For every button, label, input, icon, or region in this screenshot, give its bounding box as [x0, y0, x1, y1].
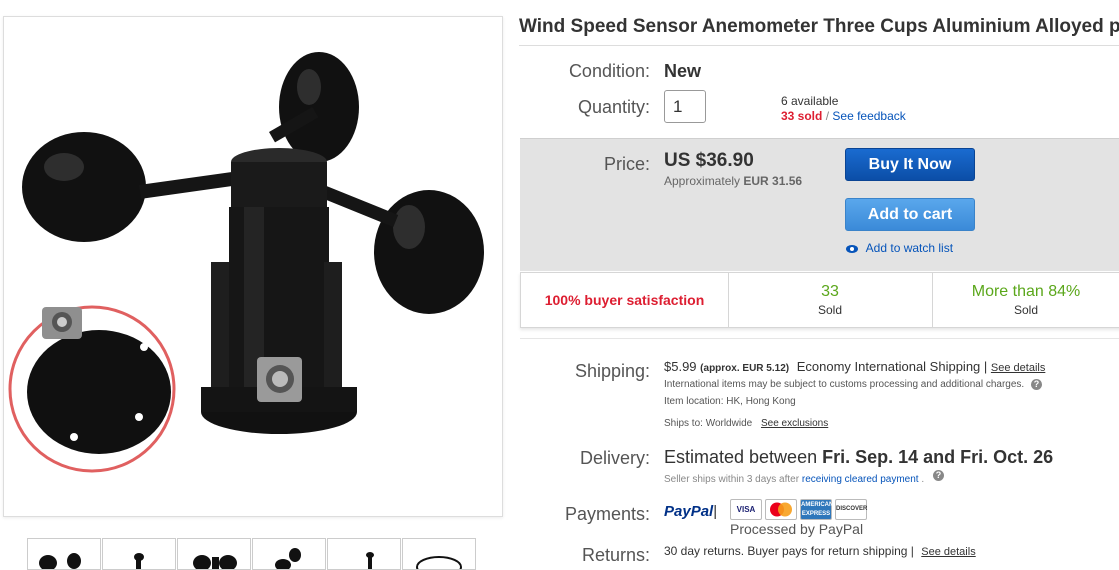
delivery-note-suffix: . — [921, 474, 925, 486]
mastercard-circles — [770, 502, 792, 517]
shipping-method: Economy International Shipping | — [796, 359, 988, 374]
mastercard-icon — [765, 499, 797, 520]
returns-details-link[interactable]: See details — [921, 546, 975, 558]
cleared-payment-link[interactable]: receiving cleared payment — [802, 474, 919, 485]
paypal-wordmark: PayPal — [664, 503, 714, 520]
eye-icon — [846, 244, 858, 253]
shipping-divider — [520, 338, 1119, 339]
shipping-details-link[interactable]: See details — [991, 362, 1045, 374]
watch-list-link[interactable]: Add to watch list — [845, 241, 953, 255]
visa-card-icon: VISA — [730, 499, 762, 520]
returns-label: Returns: — [581, 545, 650, 565]
item-location: Item location: HK, Hong Kong — [664, 396, 796, 407]
shipping-price: $5.99 — [664, 359, 697, 374]
thumbnail-3[interactable] — [177, 538, 251, 570]
price-value: US $36.90 — [664, 150, 754, 171]
watch-list-label: Add to watch list — [865, 241, 954, 255]
delivery-note: Seller ships within 3 days after receivi… — [664, 470, 944, 486]
approx-prefix: Approximately — [664, 174, 741, 188]
processed-by-paypal: Processed by PayPal — [730, 521, 864, 537]
sold-feedback-line: 33 sold / See feedback — [781, 109, 906, 123]
returns-line: 30 day returns. Buyer pays for return sh… — [664, 544, 976, 558]
see-exclusions-link[interactable]: See exclusions — [761, 418, 828, 429]
shipping-approx: (approx. EUR 5.12) — [700, 363, 790, 374]
price-label: Price: — [603, 154, 650, 174]
sold-count-link[interactable]: 33 sold — [781, 109, 822, 123]
ships-to-line: Ships to: Worldwide See exclusions — [664, 418, 828, 429]
percent-stat-value: More than 84% — [971, 283, 1081, 300]
thumbnail-1[interactable] — [27, 538, 101, 570]
delivery-label: Delivery: — [579, 448, 650, 468]
listing-title: Wind Speed Sensor Anemometer Three Cups … — [519, 16, 1119, 37]
delivery-estimate: Estimated between Fri. Sep. 14 and Fri. … — [664, 447, 1053, 468]
buyer-satisfaction: 100% buyer satisfaction — [544, 292, 705, 308]
seller-stats-row: 100% buyer satisfaction 33 Sold More tha… — [520, 272, 1119, 328]
payments-label: Payments: — [564, 504, 650, 524]
shipping-label: Shipping: — [574, 361, 650, 381]
buy-it-now-button[interactable]: Buy It Now — [845, 148, 975, 181]
customs-note: International items may be subject to cu… — [664, 379, 1025, 391]
approx-price: Approximately EUR 31.56 — [664, 174, 802, 188]
question-icon[interactable]: ? — [1030, 379, 1042, 390]
thumbnail-4[interactable] — [252, 538, 326, 570]
thumbnail-6[interactable] — [402, 538, 476, 570]
delivery-note-prefix: Seller ships within 3 days after — [664, 474, 800, 486]
delivery-dates: Fri. Sep. 14 and Fri. Oct. 26 — [822, 447, 1054, 467]
main-product-image[interactable] — [3, 16, 503, 517]
sold-separator: / — [825, 109, 830, 123]
ships-to: Ships to: Worldwide — [664, 418, 753, 429]
condition-label: Condition: — [568, 61, 650, 81]
thumbnail-5[interactable] — [327, 538, 401, 570]
percent-stat-label: Sold — [1013, 303, 1039, 317]
amex-card-icon: AMERICAN EXPRESS — [800, 499, 833, 520]
discover-card-icon: DISCOVER — [835, 499, 867, 520]
sold-stat-value: 33 — [821, 283, 839, 300]
see-feedback-link[interactable]: See feedback — [832, 109, 905, 123]
approx-value: EUR 31.56 — [743, 174, 803, 188]
question-icon[interactable]: ? — [932, 470, 944, 481]
paypal-separator: | — [713, 503, 718, 520]
condition-value: New — [664, 61, 702, 81]
paypal-logo: PayPal| — [664, 503, 717, 520]
sold-stat-label: Sold — [817, 303, 843, 317]
customs-note-line: International items may be subject to cu… — [664, 379, 1042, 390]
returns-text: 30 day returns. Buyer pays for return sh… — [664, 544, 914, 558]
thumbnail-2[interactable] — [102, 538, 176, 570]
delivery-prefix: Estimated between — [664, 447, 818, 467]
quantity-input[interactable] — [664, 90, 706, 123]
quantity-label: Quantity: — [577, 97, 650, 117]
title-divider — [519, 45, 1119, 46]
add-to-cart-button[interactable]: Add to cart — [845, 198, 975, 231]
available-count: 6 available — [781, 94, 839, 108]
anemometer-illustration — [8, 52, 484, 473]
shipping-line: $5.99 (approx. EUR 5.12) Economy Interna… — [664, 359, 1045, 374]
